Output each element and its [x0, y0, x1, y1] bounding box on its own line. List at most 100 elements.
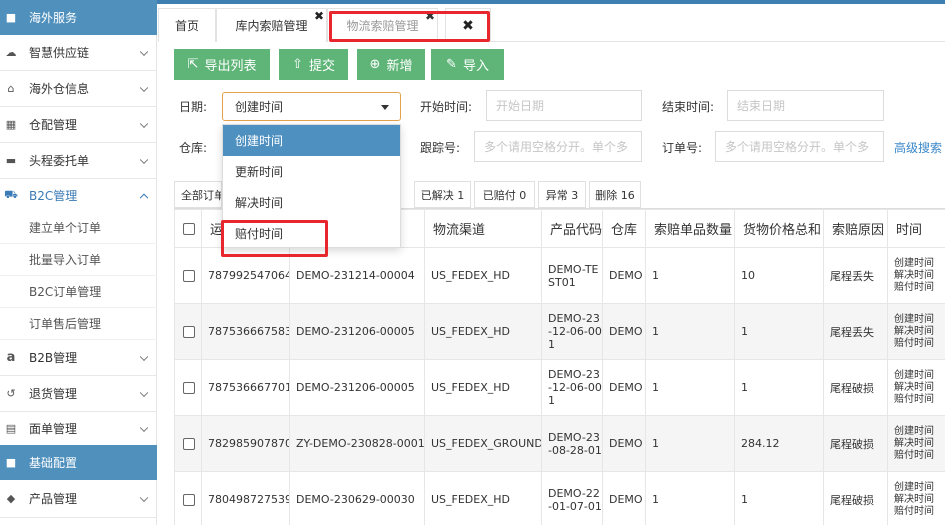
reason-cell: 尾程破损 [823, 415, 888, 472]
row-checkbox[interactable] [174, 359, 202, 416]
home-icon: ⌂ [7, 82, 15, 95]
close-icon[interactable]: ✖ [314, 10, 324, 22]
time-line: 赔付时间 [894, 337, 934, 349]
top-accent-bar [157, 0, 945, 4]
table-row[interactable]: 787536667701 DEMO-231206-00005 US_FEDEX_HD… [174, 359, 945, 416]
sidebar-item-label: B2C管理 [29, 189, 78, 203]
advanced-search-link[interactable]: 高级搜索 [894, 139, 942, 156]
time-line: 创建时间 [894, 369, 934, 381]
column-header[interactable]: 物流渠道 [424, 209, 542, 248]
import-button[interactable]: ✎ 导入 [431, 49, 504, 80]
waybill-cell: 787536667701 [201, 359, 290, 416]
column-header[interactable]: 产品代码 [541, 209, 603, 248]
sidebar-item-labels[interactable]: ▤ 面单管理 [0, 412, 157, 445]
reason-cell: 尾程破损 [823, 359, 888, 416]
column-header[interactable]: 索赔原因 [823, 209, 888, 248]
dropdown-option[interactable]: 解决时间 [223, 187, 400, 218]
submit-button[interactable]: ⇧ 提交 [279, 49, 348, 80]
product-code-cell: DEMO-TEST01 [541, 247, 603, 304]
status-tab-deleted[interactable]: 删除 16 [589, 181, 641, 208]
channel-cell: US_FEDEX_HD [424, 303, 542, 360]
quantity-cell: 1 [645, 303, 735, 360]
status-tab-exception[interactable]: 异常 3 [538, 181, 586, 208]
sidebar-item-basic-config[interactable]: ■ 基础配置 [0, 445, 157, 480]
tracking-label: 跟踪号: [420, 141, 461, 155]
time-cell: 创建时间 解决时间 赔付时间 [887, 359, 945, 416]
sidebar-item-returns[interactable]: ↺ 退货管理 [0, 376, 157, 411]
column-header[interactable]: 货物价格总和 [734, 209, 824, 248]
channel-cell: US_FEDEX_GROUND [424, 415, 542, 472]
row-checkbox[interactable] [174, 415, 202, 472]
tab-warehouse-claims[interactable]: 库内索赔管理 ✖ [216, 8, 327, 42]
sidebar-subitem-after-sales[interactable]: 订单售后管理 [0, 308, 157, 340]
warehouse-cell: DEMO [602, 415, 646, 472]
tracking-number-input[interactable]: 多个请用空格分开。单个多 [474, 131, 642, 162]
sidebar-item-fulfillment[interactable]: ▦ 仓配管理 [0, 107, 157, 142]
time-line: 创建时间 [894, 425, 934, 437]
product-code-cell: DEMO-22-01-07-01 [541, 471, 603, 525]
table-row[interactable]: 787992547064 DEMO-231214-00004 US_FEDEX_HD… [174, 247, 945, 304]
sidebar-item-b2c[interactable]: ⛟ B2C管理 [0, 179, 157, 212]
start-date-input[interactable]: 开始日期 [486, 90, 642, 121]
table-row[interactable]: 782985907870 ZY-DEMO-230828-0001 US_FEDEX_… [174, 415, 945, 472]
sidebar-item-supply-chain[interactable]: ☁ 智慧供应链 [0, 35, 157, 70]
row-checkbox[interactable] [174, 303, 202, 360]
close-icon: ✖ [462, 17, 474, 34]
sidebar-item-overseas-service[interactable]: ■ 海外服务 [0, 0, 157, 35]
reason-cell: 尾程丢失 [823, 303, 888, 360]
add-button[interactable]: ⊕ 新增 [357, 49, 425, 80]
sidebar-item-warehouse-info[interactable]: ⌂ 海外仓信息 [0, 71, 157, 106]
select-all-checkbox[interactable] [174, 209, 202, 248]
row-checkbox[interactable] [174, 471, 202, 525]
column-header[interactable]: 索赔单品数量 [645, 209, 735, 248]
dropdown-option[interactable]: 创建时间 [223, 125, 400, 156]
reason-cell: 尾程丢失 [823, 247, 888, 304]
tag-icon: ◆ [6, 492, 16, 505]
status-tab-resolved[interactable]: 已解决 1 [414, 181, 471, 208]
export-button[interactable]: ⇱ 导出列表 [174, 49, 270, 80]
briefcase-icon: ▬ [5, 154, 17, 167]
dropdown-option[interactable]: 赔付时间 [223, 218, 400, 249]
waybill-cell: 787536667583 [201, 303, 290, 360]
product-code-cell: DEMO-23-12-06-001 [541, 359, 603, 416]
time-line: 创建时间 [894, 313, 934, 325]
quantity-cell: 1 [645, 415, 735, 472]
status-tab-compensated[interactable]: 已赔付 0 [474, 181, 535, 208]
sidebar: ■ 海外服务 ☁ 智慧供应链 ⌂ 海外仓信息 ▦ 仓配管理 ▬ 头程委托单 ⛟ … [0, 0, 157, 525]
order-number-input[interactable]: 多个请用空格分开。单个多 [715, 131, 884, 162]
sidebar-item-products[interactable]: ◆ 产品管理 [0, 480, 157, 517]
document-icon: ▤ [5, 422, 17, 435]
chevron-up-icon [139, 193, 149, 202]
price-total-cell: 1 [734, 303, 824, 360]
column-header[interactable]: 时间 [887, 209, 945, 248]
sidebar-item-label: 仓配管理 [29, 118, 78, 132]
date-type-select[interactable]: 创建时间 [222, 92, 401, 121]
status-tab-all[interactable]: 全部订单 [174, 181, 222, 208]
order-number-cell: DEMO-231206-00005 [289, 359, 425, 416]
chevron-down-icon [139, 83, 149, 92]
sidebar-item-label: 智慧供应链 [29, 46, 90, 60]
waybill-cell: 780498727539 [201, 471, 290, 525]
tab-logistics-claims[interactable]: 物流索赔管理 ✖ [327, 8, 438, 42]
table-row[interactable]: 780498727539 DEMO-230629-00030 US_FEDEX_HD… [174, 471, 945, 525]
warehouse-cell: DEMO [602, 303, 646, 360]
sidebar-subitem-create-order[interactable]: 建立单个订单 [0, 212, 157, 244]
sidebar-item-b2b[interactable]: a B2B管理 [0, 340, 157, 375]
end-date-input[interactable]: 结束日期 [727, 90, 884, 121]
sidebar-subitem-batch-import[interactable]: 批量导入订单 [0, 244, 157, 276]
close-all-tabs-button[interactable]: ✖ [445, 8, 491, 42]
column-header[interactable]: 仓库 [602, 209, 646, 248]
end-time-label: 结束时间: [662, 100, 715, 114]
table-row[interactable]: 787536667583 DEMO-231206-00005 US_FEDEX_HD… [174, 303, 945, 360]
dropdown-option[interactable]: 更新时间 [223, 156, 400, 187]
sidebar-subitem-b2c-orders[interactable]: B2C订单管理 [0, 276, 157, 308]
close-icon[interactable]: ✖ [425, 10, 435, 22]
quantity-cell: 1 [645, 359, 735, 416]
sidebar-item-first-leg[interactable]: ▬ 头程委托单 [0, 143, 157, 178]
channel-cell: US_FEDEX_HD [424, 247, 542, 304]
row-checkbox[interactable] [174, 247, 202, 304]
caret-down-icon [381, 105, 389, 110]
sidebar-item-label: B2B管理 [29, 351, 78, 365]
tab-home[interactable]: 首页 [158, 8, 216, 42]
warehouse-cell: DEMO [602, 471, 646, 525]
